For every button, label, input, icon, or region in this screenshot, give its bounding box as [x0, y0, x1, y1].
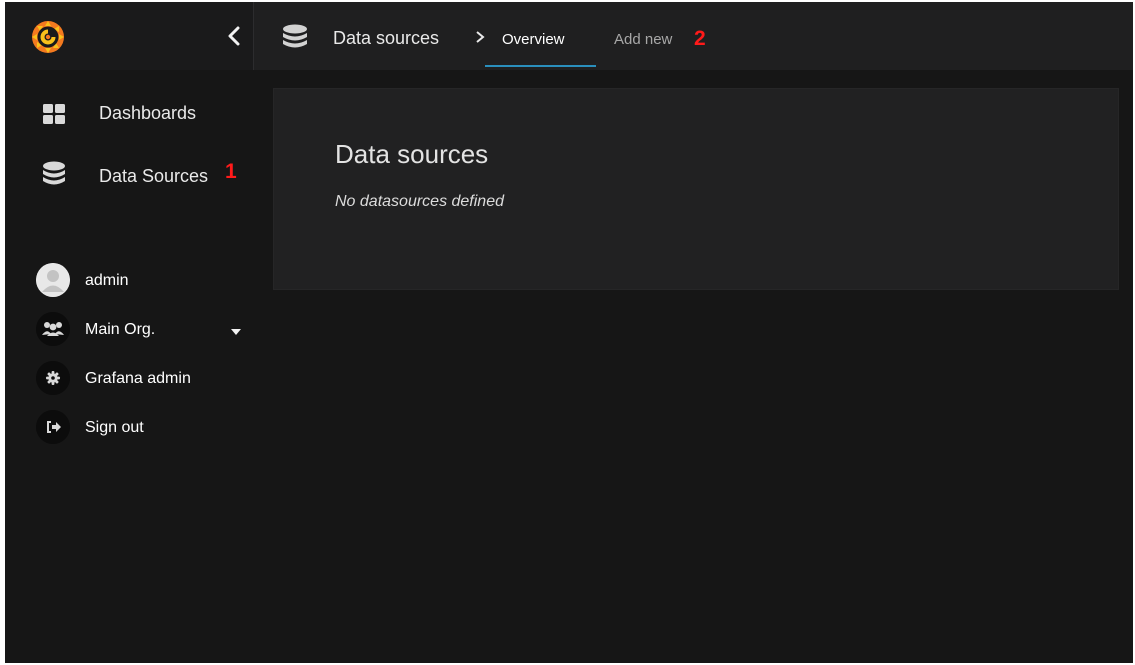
- logo-area: [5, 2, 254, 70]
- annotation-number-1: 1: [225, 160, 237, 183]
- user-avatar-icon: [36, 263, 70, 297]
- sidebar-org-switcher[interactable]: Main Org.: [5, 309, 253, 349]
- data-sources-panel: Data sources No datasources defined: [273, 88, 1119, 290]
- sidebar-item-data-sources[interactable]: Data Sources 1: [5, 152, 253, 200]
- tab-active-underline: [485, 65, 596, 67]
- breadcrumb-separator-chevron-icon: [476, 31, 485, 43]
- sign-out-icon: [36, 410, 70, 444]
- sidebar-grafana-admin[interactable]: Grafana admin: [5, 358, 253, 398]
- sidebar-sign-out[interactable]: Sign out: [5, 407, 253, 447]
- annotation-number-2: 2: [694, 27, 706, 50]
- breadcrumb-data-sources[interactable]: Data sources: [333, 28, 439, 49]
- app-window: Data sources Overview Add new 2 Dashboar…: [5, 2, 1133, 663]
- top-navbar: Data sources Overview Add new 2: [5, 2, 1133, 70]
- gear-icon: [36, 361, 70, 395]
- sidebar-item-label: Dashboards: [99, 103, 197, 123]
- sidebar-collapse-chevron-icon[interactable]: [227, 26, 241, 46]
- database-breadcrumb-icon: [283, 24, 307, 48]
- user-name-label: admin: [85, 272, 129, 289]
- page-title: Data sources: [335, 139, 489, 169]
- sidebar-user-admin[interactable]: admin: [5, 260, 253, 300]
- grafana-admin-label: Grafana admin: [85, 370, 191, 387]
- caret-down-icon[interactable]: [231, 329, 241, 335]
- sidebar-item-label: Data Sources: [99, 166, 209, 186]
- empty-state-message: No datasources defined: [335, 193, 504, 210]
- tab-overview[interactable]: Overview: [502, 31, 565, 48]
- grafana-logo-icon[interactable]: [31, 20, 65, 54]
- database-icon: [43, 161, 65, 185]
- tab-add-new[interactable]: Add new: [614, 31, 672, 48]
- org-name-label: Main Org.: [85, 321, 156, 338]
- sign-out-label: Sign out: [85, 419, 144, 436]
- sidebar: Dashboards Data Sources 1 admin Main Org…: [5, 70, 253, 663]
- users-group-icon: [36, 312, 70, 346]
- sidebar-item-dashboards[interactable]: Dashboards: [5, 92, 253, 140]
- dashboards-grid-icon: [43, 104, 65, 124]
